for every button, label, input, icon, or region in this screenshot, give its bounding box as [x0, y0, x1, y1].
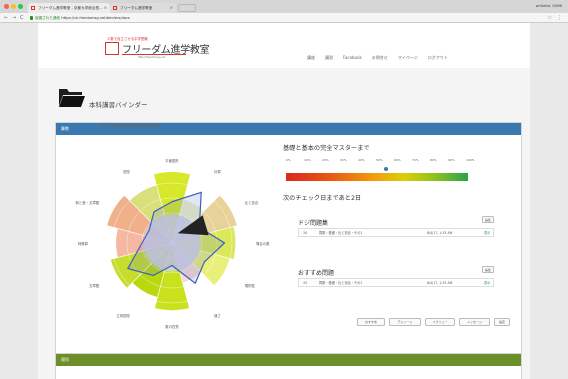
- scale-tick-label: 90%: [448, 158, 455, 162]
- scale-tick-label: 60%: [394, 158, 401, 162]
- dejinote-button[interactable]: デジノート: [389, 318, 421, 326]
- address-bar: ← → C 保護された通信 https://ck.freedomsg.net/b…: [0, 13, 568, 23]
- radar-axis-label: 特殊算: [77, 242, 88, 246]
- row-number: 34: [303, 231, 308, 235]
- forward-icon[interactable]: →: [12, 14, 16, 22]
- recommend-list: おすすめ問題 編集 43 算数・基礎・比と割合・その1 8/4/17, 1:33…: [298, 266, 494, 287]
- back-icon[interactable]: ←: [4, 14, 8, 22]
- drill-edit-button[interactable]: 編集: [482, 216, 494, 223]
- logo-mark-icon[interactable]: [105, 42, 119, 55]
- tab-label: フリーダム進学教室 - 京都大学総合型...: [38, 6, 103, 10]
- mastery-gradient-bar: [286, 173, 468, 181]
- new-tab-button[interactable]: [178, 4, 196, 12]
- message-button[interactable]: メッセージ: [459, 318, 490, 326]
- row-view-link[interactable]: 表示: [484, 229, 490, 237]
- global-nav: 講座 講習 Facebook お問合せ マイページ ログアウト: [307, 55, 458, 61]
- drill-list: ドジ問題集 編集 34 算数・基礎・比と割合・その1 8/4/17, 1:33 …: [298, 216, 494, 237]
- row-view-link[interactable]: 表示: [484, 279, 490, 287]
- radar-axis-label: 和と差・文章題: [75, 200, 100, 205]
- row-date: 8/4/17, 1:33 AM: [427, 231, 453, 235]
- maximize-window-icon[interactable]: [18, 4, 23, 9]
- radar-axis-label: 速さ: [214, 313, 221, 318]
- radar-axis-label: 場合の数: [256, 242, 270, 246]
- url-text: https://ck.freedomsg.net/binders/docs: [61, 16, 130, 20]
- scale-tick-label: 70%: [412, 158, 419, 162]
- close-tab-icon[interactable]: ×: [104, 3, 107, 13]
- radar-axis-label: 規則性: [244, 283, 255, 288]
- scale-tick-label: 30%: [340, 158, 347, 162]
- nav-item-lectures[interactable]: 講習: [325, 55, 333, 61]
- recommend-title: おすすめ問題: [298, 270, 335, 277]
- radar-axis-label: 計算: [214, 170, 221, 175]
- site-favicon-icon: [31, 6, 35, 10]
- row-number: 43: [303, 281, 308, 285]
- panel-header[interactable]: 理科: [56, 354, 521, 366]
- close-window-icon[interactable]: [4, 4, 9, 9]
- close-tab-icon[interactable]: ×: [170, 3, 173, 13]
- lock-icon: [30, 16, 33, 20]
- recommend-button[interactable]: おすすめ: [357, 318, 385, 326]
- radar-axis-label: 文章題: [89, 283, 100, 288]
- row-topic: 算数・基礎・比と割合・その1: [319, 231, 363, 235]
- browser-tab-bar: フリーダム進学教室 - 京都大学総合型... × フリーダム進学教室 × whi…: [0, 0, 568, 13]
- minimize-window-icon[interactable]: [11, 4, 16, 9]
- scale-tick-label: 50%: [376, 158, 383, 162]
- list-item[interactable]: 43 算数・基礎・比と割合・その1 8/4/17, 1:33 AM 表示: [298, 278, 494, 287]
- browser-profile[interactable]: whitelist 10MB: [536, 3, 562, 10]
- site-header: 少数で自立させる中学受験 フリーダム進学教室 http://freedomsg.…: [38, 23, 530, 68]
- row-date: 8/4/17, 1:33 AM: [427, 281, 453, 285]
- mastery-heading: 基礎と基本の完全マスターまで: [283, 145, 370, 152]
- science-panel: 理科: [55, 353, 522, 379]
- scale-tick-label: 100%: [466, 158, 475, 162]
- binder-title: 本科講習バインダー: [89, 101, 148, 109]
- bookmark-star-icon[interactable]: ☆: [548, 14, 552, 22]
- recommend-edit-button[interactable]: 編集: [482, 266, 494, 273]
- url-field[interactable]: 保護された通信 https://ck.freedomsg.net/binders…: [35, 14, 130, 22]
- screw-button[interactable]: スクリュー: [425, 318, 455, 326]
- secure-label: 保護された通信: [35, 16, 61, 20]
- nav-item-facebook[interactable]: Facebook: [343, 55, 362, 61]
- radar-axis-label: 立体図形: [116, 313, 130, 318]
- radar-title: あなたの基礎基本習得度数(算数): [100, 123, 160, 128]
- settings-button[interactable]: 設定: [494, 318, 510, 326]
- logo-subtitle: http://freedomsg.net: [138, 56, 165, 59]
- nav-item-contact[interactable]: お問合せ: [372, 55, 388, 61]
- scale-tick-label: 10%: [304, 158, 311, 162]
- radar-axis-label: 平面図形: [165, 159, 179, 163]
- radar-axis-label: 比と割合: [244, 200, 259, 205]
- scale-tick-label: 40%: [358, 158, 365, 162]
- browser-tab-1[interactable]: フリーダム進学教室 - 京都大学総合型... ×: [28, 3, 110, 13]
- nav-item-courses[interactable]: 講座: [307, 55, 315, 61]
- nav-item-mypage[interactable]: マイページ: [398, 55, 418, 61]
- list-item[interactable]: 34 算数・基礎・比と割合・その1 8/4/17, 1:33 AM 表示: [298, 228, 494, 237]
- nav-item-logout[interactable]: ログアウト: [428, 55, 448, 61]
- browser-menu-icon[interactable]: ⋮: [557, 14, 562, 22]
- tab-label: フリーダム進学教室: [120, 6, 153, 10]
- row-topic: 算数・基礎・比と割合・その1: [319, 281, 363, 285]
- logo-underline: [122, 54, 186, 56]
- next-check-text: 次のチェック日まであと2日: [283, 195, 362, 202]
- site-favicon-icon: [113, 6, 117, 10]
- browser-tab-2[interactable]: フリーダム進学教室 ×: [110, 3, 176, 13]
- drill-title: ドジ問題集: [298, 220, 329, 227]
- scale-tick-label: 20%: [322, 158, 329, 162]
- radar-axis-label: 図形: [123, 170, 130, 175]
- radar-axis-label: 数の性質: [165, 325, 179, 329]
- reload-icon[interactable]: C: [20, 14, 24, 22]
- scale-tick-label: 80%: [430, 158, 437, 162]
- scale-tick-label: 0%: [286, 158, 291, 162]
- folder-icon: [59, 89, 85, 107]
